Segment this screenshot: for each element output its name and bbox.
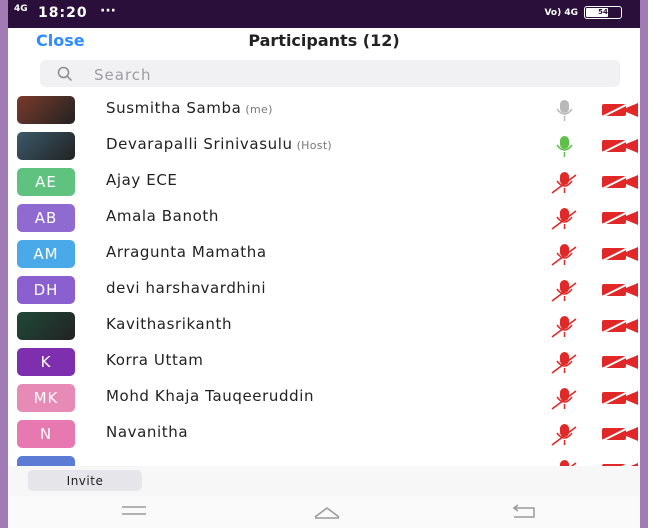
mic-muted-icon[interactable] [548, 313, 580, 339]
phone-screen: 4G 18:20 ··· Vo) 4G 54 Participants (12)… [8, 0, 640, 528]
video-off-icon[interactable] [600, 209, 640, 227]
participant-name [106, 459, 110, 466]
search-bar[interactable] [40, 60, 620, 87]
mic-icon[interactable] [548, 97, 580, 123]
participant-row[interactable]: DH devi harshavardhini [8, 272, 640, 308]
avatar [17, 312, 75, 340]
status-time: 18:20 [38, 5, 88, 21]
participant-name: Mohd Khaja Tauqeeruddin [106, 387, 318, 405]
invite-button[interactable]: Invite [28, 470, 142, 491]
participant-name-text: Arragunta Mamatha [106, 243, 267, 261]
participant-name-text: Ajay ECE [106, 171, 178, 189]
avatar [17, 456, 75, 466]
avatar [17, 132, 75, 160]
page-title: Participants (12) [248, 31, 400, 50]
status-bar: 4G 18:20 ··· Vo) 4G 54 [8, 0, 640, 28]
participant-name-text: Korra Uttam [106, 351, 204, 369]
participant-row[interactable]: MK Mohd Khaja Tauqeeruddin [8, 380, 640, 416]
video-off-icon[interactable] [600, 101, 640, 119]
participant-name: Kavithasrikanth [106, 315, 236, 333]
avatar: AE [17, 168, 75, 196]
avatar: MK [17, 384, 75, 412]
mic-muted-icon[interactable] [548, 277, 580, 303]
menu-icon[interactable] [120, 504, 148, 518]
video-off-icon[interactable] [600, 281, 640, 299]
participant-name: Navanitha [106, 423, 192, 441]
mic-muted-icon[interactable] [548, 205, 580, 231]
video-off-icon[interactable] [600, 425, 640, 443]
participant-name-text: Kavithasrikanth [106, 315, 233, 333]
participant-row[interactable]: AE Ajay ECE [8, 164, 640, 200]
network-indicator: 4G [14, 4, 28, 14]
status-right: Vo) 4G 54 [544, 6, 622, 19]
avatar [17, 96, 75, 124]
battery-level: 54 [598, 8, 608, 16]
video-off-icon[interactable] [600, 245, 640, 263]
participant-name-text: Susmitha Samba [106, 99, 242, 117]
system-nav-bar [8, 496, 640, 528]
participant-name-text: Mohd Khaja Tauqeeruddin [106, 387, 315, 405]
avatar: DH [17, 276, 75, 304]
avatar: N [17, 420, 75, 448]
participant-name: Amala Banoth [106, 207, 223, 225]
mic-muted-icon[interactable] [548, 169, 580, 195]
back-icon[interactable] [510, 504, 540, 520]
participant-row[interactable]: K Korra Uttam [8, 344, 640, 380]
participant-name: devi harshavardhini [106, 279, 270, 297]
participant-role-tag: (Host) [296, 139, 333, 152]
mic-muted-icon[interactable] [548, 385, 580, 411]
participant-name-text: Navanitha [106, 423, 189, 441]
video-off-icon[interactable] [600, 137, 640, 155]
video-off-icon[interactable] [600, 173, 640, 191]
participant-name-text: Devarapalli Srinivasulu [106, 135, 293, 153]
participant-role-tag: (me) [245, 103, 273, 116]
avatar: AM [17, 240, 75, 268]
search-input[interactable] [92, 63, 596, 86]
home-icon[interactable] [312, 504, 342, 520]
participant-row[interactable]: Kavithasrikanth [8, 308, 640, 344]
participant-name: Arragunta Mamatha [106, 243, 271, 261]
participant-name-text: Amala Banoth [106, 207, 219, 225]
participant-row[interactable]: AM Arragunta Mamatha [8, 236, 640, 272]
participant-row[interactable]: Devarapalli Srinivasulu (Host) [8, 128, 640, 164]
participant-row[interactable]: Susmitha Samba (me) [8, 92, 640, 128]
participant-row[interactable] [8, 452, 640, 466]
participant-name: Ajay ECE [106, 171, 182, 189]
header: Participants (12) Close [8, 28, 640, 56]
avatar: K [17, 348, 75, 376]
video-off-icon[interactable] [600, 353, 640, 371]
video-off-icon[interactable] [600, 389, 640, 407]
invite-bar: Invite [8, 466, 640, 496]
volte-network: Vo) 4G [544, 7, 578, 18]
mic-muted-icon[interactable] [548, 421, 580, 447]
video-off-icon[interactable] [600, 317, 640, 335]
mic-muted-icon[interactable] [548, 349, 580, 375]
participant-name-text: devi harshavardhini [106, 279, 267, 297]
participant-row[interactable]: N Navanitha [8, 416, 640, 452]
mic-icon[interactable] [548, 133, 580, 159]
search-icon [57, 66, 73, 82]
participant-name: Korra Uttam [106, 351, 207, 369]
close-button[interactable]: Close [36, 31, 85, 50]
mic-muted-icon[interactable] [548, 457, 580, 466]
avatar: AB [17, 204, 75, 232]
mic-muted-icon[interactable] [548, 241, 580, 267]
battery-icon: 54 [584, 6, 622, 19]
participant-row[interactable]: AB Amala Banoth [8, 200, 640, 236]
participant-name: Susmitha Samba (me) [106, 99, 273, 117]
participant-list: Susmitha Samba (me) Devarapalli Srinivasul… [8, 90, 640, 466]
status-dots: ··· [100, 3, 116, 19]
participant-name: Devarapalli Srinivasulu (Host) [106, 135, 332, 153]
